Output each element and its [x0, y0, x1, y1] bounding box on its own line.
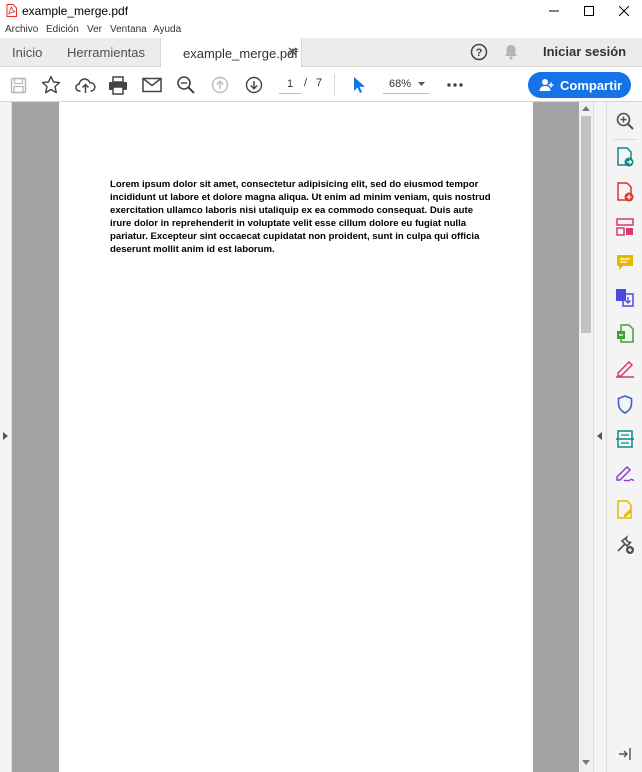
more-tools-icon[interactable] [615, 535, 635, 555]
bookmark-star-icon[interactable] [40, 74, 62, 96]
close-window-button[interactable] [606, 0, 642, 22]
document-canvas[interactable]: Lorem ipsum dolor sit amet, consectetur … [12, 102, 579, 772]
toolbar-divider [334, 74, 335, 96]
acrobat-pdf-icon [6, 4, 17, 17]
pdf-page: Lorem ipsum dolor sit amet, consectetur … [59, 102, 533, 772]
tab-document[interactable]: example_merge.pdf [160, 38, 302, 68]
scroll-down-icon[interactable] [582, 760, 590, 765]
help-icon[interactable]: ? [470, 43, 488, 61]
tools-panel [606, 102, 642, 772]
fill-sign-icon[interactable] [615, 359, 635, 379]
menu-archivo[interactable]: Archivo [5, 24, 38, 35]
comment-icon[interactable] [615, 253, 635, 273]
chevron-left-icon [597, 432, 602, 440]
compress-pdf-icon[interactable] [615, 324, 635, 344]
protect-icon[interactable] [615, 394, 635, 414]
scan-ocr-icon[interactable] [615, 429, 635, 449]
title-bar: example_merge.pdf [0, 0, 642, 22]
share-button-label: Compartir [560, 77, 623, 93]
scroll-up-icon[interactable] [582, 106, 590, 111]
toolbar: 1 / 7 68% Compartir [0, 67, 642, 102]
minimize-button[interactable] [536, 0, 572, 22]
menu-ventana[interactable]: Ventana [110, 24, 147, 35]
zoom-search-icon[interactable] [615, 111, 635, 131]
left-pane-toggle[interactable] [0, 102, 12, 772]
scrollbar-thumb[interactable] [581, 116, 591, 333]
page-body-text: Lorem ipsum dolor sit amet, consectetur … [110, 179, 491, 255]
export-pdf-icon[interactable] [615, 147, 635, 167]
vertical-scrollbar[interactable] [579, 102, 593, 772]
add-user-icon [539, 78, 554, 92]
notification-bell-icon[interactable] [502, 43, 520, 61]
signin-link[interactable]: Iniciar sesión [543, 44, 626, 59]
right-pane-toggle[interactable] [593, 102, 606, 772]
zoom-value: 68% [389, 78, 412, 90]
tab-document-label: example_merge.pdf [183, 45, 298, 61]
share-button[interactable]: Compartir [528, 72, 631, 98]
print-icon[interactable] [107, 74, 129, 96]
select-cursor-icon[interactable] [348, 74, 370, 96]
save-icon[interactable] [7, 74, 29, 96]
page-total: 7 [316, 77, 323, 89]
next-page-icon[interactable] [243, 74, 265, 96]
upload-cloud-icon[interactable] [74, 74, 96, 96]
tools-separator [613, 139, 637, 140]
request-signature-icon[interactable] [615, 464, 635, 484]
more-options-icon[interactable] [444, 74, 466, 96]
page-separator: / [304, 77, 308, 89]
menu-bar: Archivo Edición Ver Ventana Ayuda [0, 22, 642, 38]
create-pdf-icon[interactable] [615, 182, 635, 202]
tab-home[interactable]: Inicio [12, 38, 42, 67]
page-number-input[interactable]: 1 [279, 76, 301, 94]
menu-ayuda[interactable]: Ayuda [153, 24, 181, 35]
menu-ver[interactable]: Ver [87, 24, 102, 35]
email-icon[interactable] [141, 74, 163, 96]
organize-pages-icon[interactable] [615, 217, 635, 237]
combine-files-icon[interactable] [615, 288, 635, 308]
close-tab-icon[interactable] [288, 47, 297, 56]
edit-pdf-icon[interactable] [615, 500, 635, 520]
window-title: example_merge.pdf [22, 4, 129, 18]
maximize-button[interactable] [571, 0, 607, 22]
svg-text:?: ? [476, 47, 483, 59]
previous-page-icon[interactable] [209, 74, 231, 96]
chevron-down-icon [418, 82, 425, 86]
zoom-dropdown[interactable]: 68% [383, 76, 429, 94]
chevron-right-icon [3, 432, 8, 440]
menu-edicion[interactable]: Edición [46, 24, 79, 35]
collapse-panel-icon[interactable] [615, 744, 635, 764]
tab-tools[interactable]: Herramientas [67, 38, 145, 67]
tab-bar: Inicio Herramientas example_merge.pdf ? … [0, 38, 642, 68]
zoom-search-icon[interactable] [175, 74, 197, 96]
